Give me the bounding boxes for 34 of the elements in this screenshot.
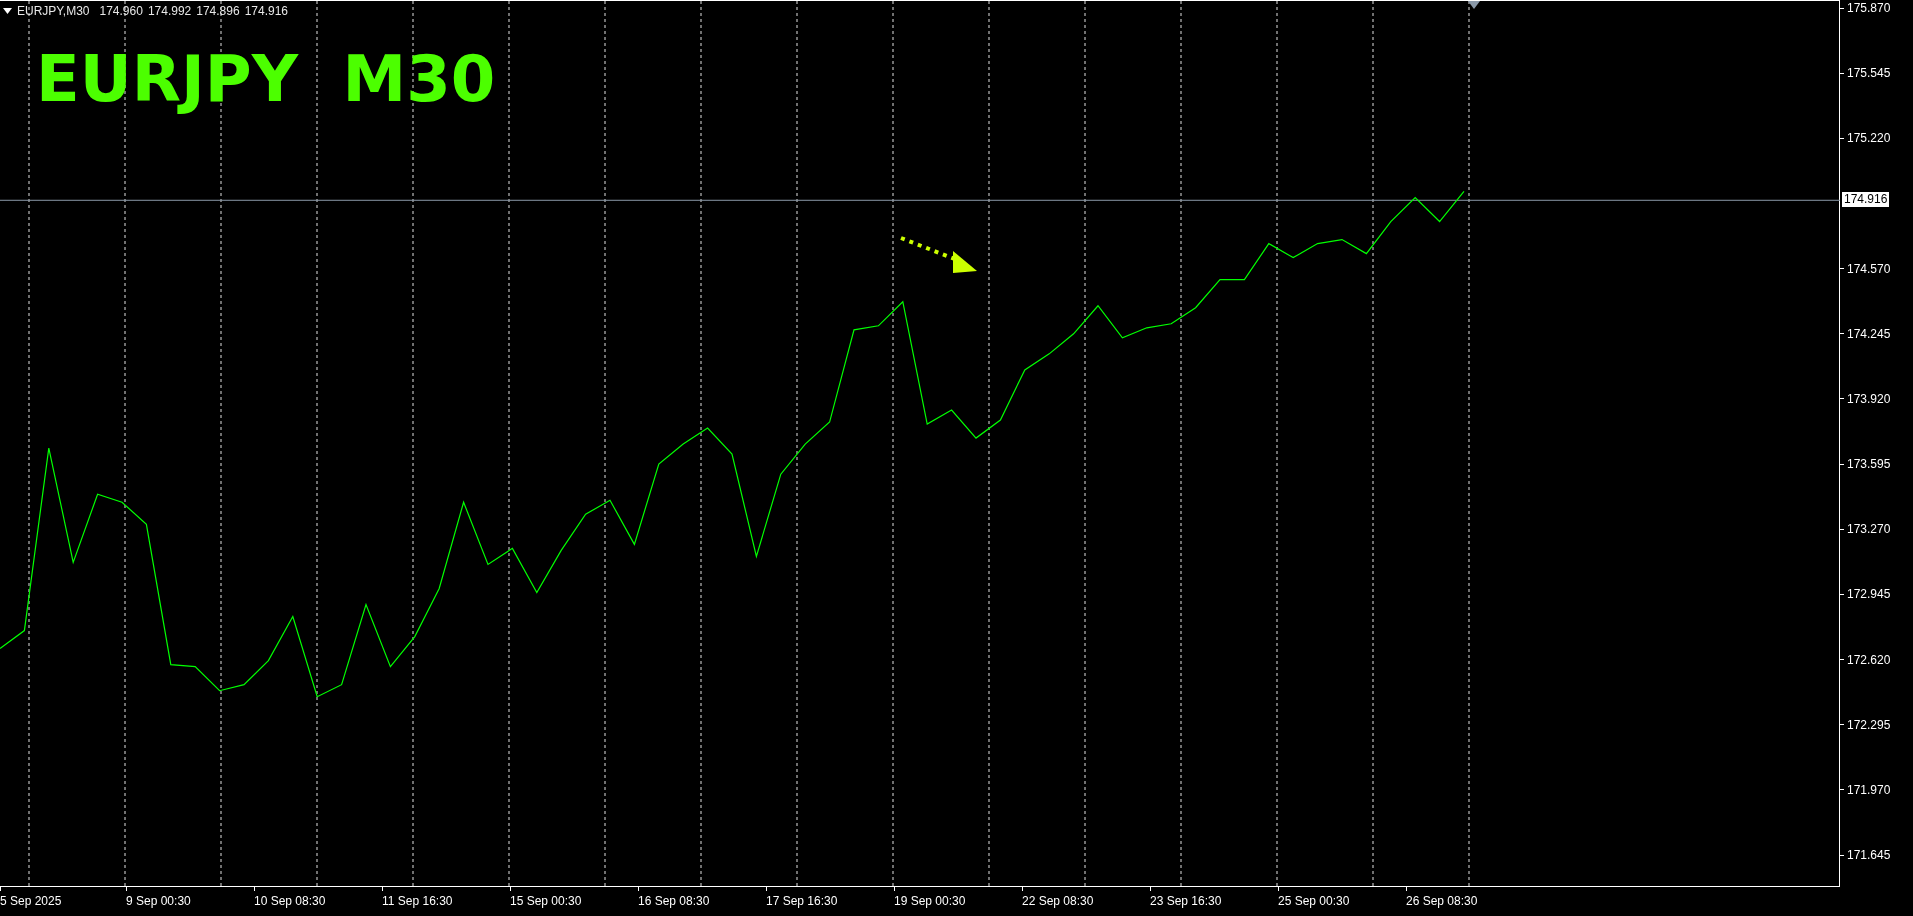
time-axis-label: 9 Sep 00:30 <box>126 893 191 909</box>
price-axis-label: 174.245 <box>1847 325 1891 342</box>
time-axis-label: 25 Sep 00:30 <box>1278 893 1350 909</box>
price-axis-label: 173.595 <box>1847 456 1891 473</box>
price-axis-label: 175.220 <box>1847 130 1891 147</box>
price-axis-label: 175.870 <box>1847 0 1891 16</box>
price-axis-label: 172.620 <box>1847 651 1891 668</box>
quote-value: 174.992 <box>147 4 192 18</box>
time-axis-label: 19 Sep 00:30 <box>894 893 966 909</box>
price-axis-label: 173.270 <box>1847 521 1891 538</box>
time-axis-label: 22 Sep 08:30 <box>1022 893 1094 909</box>
price-axis-label: 175.545 <box>1847 65 1891 82</box>
quote-value: 174.960 <box>99 4 143 18</box>
quote-value: 174.916 <box>244 4 289 18</box>
price-axis-label: 173.920 <box>1847 391 1891 407</box>
shift-marker-icon[interactable] <box>1468 1 1480 9</box>
chart-title: EURJPY M30 <box>36 41 496 117</box>
time-axis-label: 5 Sep 2025 <box>0 893 62 909</box>
time-axis-label: 17 Sep 16:30 <box>766 893 838 909</box>
symbol-label: EURJPY,M30 <box>17 4 90 18</box>
price-axis-label: 171.970 <box>1847 781 1891 798</box>
current-price-label: 174.916 <box>1842 192 1890 208</box>
quote-value: 174.896 <box>196 4 240 18</box>
price-axis-label: 171.645 <box>1847 847 1891 864</box>
time-axis-label: 10 Sep 08:30 <box>254 893 326 909</box>
time-axis-label: 15 Sep 00:30 <box>510 893 582 909</box>
price-axis-label: 172.945 <box>1847 586 1891 603</box>
time-axis-label: 11 Sep 16:30 <box>382 893 453 909</box>
time-axis-label: 26 Sep 08:30 <box>1406 893 1478 909</box>
price-axis-label: 172.295 <box>1847 716 1891 733</box>
dropdown-triangle-icon[interactable] <box>3 8 12 14</box>
price-axis-label: 174.570 <box>1847 260 1891 277</box>
time-axis-label: 23 Sep 16:30 <box>1150 893 1222 909</box>
time-axis-label: 16 Sep 08:30 <box>638 893 710 909</box>
